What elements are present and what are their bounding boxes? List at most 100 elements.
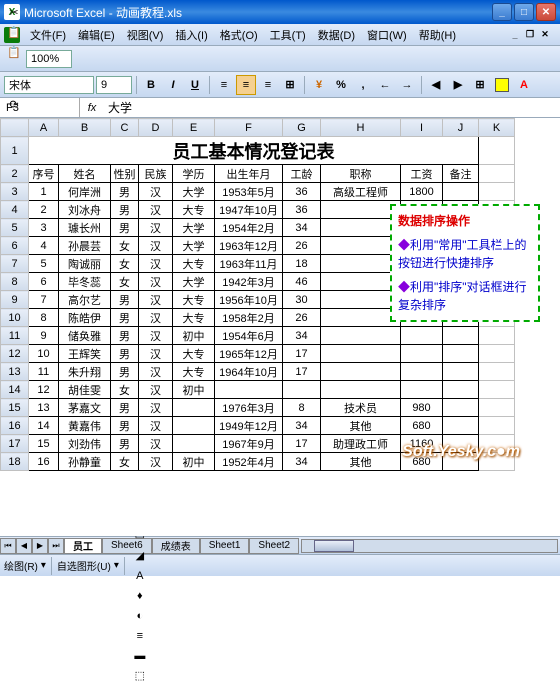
col-header[interactable]: A <box>29 119 59 137</box>
table-header-cell[interactable]: 学历 <box>173 165 215 183</box>
autoshape-menu[interactable]: 自选图形(U) <box>57 558 111 573</box>
data-cell[interactable]: 8 <box>29 309 59 327</box>
row-header[interactable]: 2 <box>1 165 29 183</box>
table-header-cell[interactable]: 姓名 <box>59 165 111 183</box>
data-cell[interactable]: 大学 <box>173 219 215 237</box>
data-cell[interactable] <box>321 273 401 291</box>
data-cell[interactable]: 女 <box>111 273 139 291</box>
data-cell[interactable]: 黄嘉伟 <box>59 417 111 435</box>
data-cell[interactable]: 高尔艺 <box>59 291 111 309</box>
tab-nav-button[interactable]: ◀ <box>16 538 32 554</box>
table-header-cell[interactable]: 备注 <box>443 165 479 183</box>
data-cell[interactable]: 女 <box>111 381 139 399</box>
col-header[interactable]: C <box>111 119 139 137</box>
col-header[interactable]: D <box>139 119 173 137</box>
data-cell[interactable]: 大学 <box>173 237 215 255</box>
border-button[interactable]: ⊞ <box>470 75 490 95</box>
data-cell[interactable]: 大学 <box>173 183 215 201</box>
data-cell[interactable]: 陈皓伊 <box>59 309 111 327</box>
menu-item[interactable]: 插入(I) <box>169 28 213 44</box>
data-cell[interactable]: 18 <box>283 255 321 273</box>
col-header[interactable]: F <box>215 119 283 137</box>
data-cell[interactable]: 女 <box>111 237 139 255</box>
data-cell[interactable]: 男 <box>111 219 139 237</box>
col-header[interactable]: I <box>401 119 443 137</box>
draw-tool-button[interactable]: ♦ <box>130 586 150 606</box>
comma-button[interactable]: , <box>353 75 373 95</box>
data-cell[interactable]: 大学 <box>173 273 215 291</box>
sheet-tab[interactable]: 成绩表 <box>152 538 200 554</box>
italic-button[interactable]: I <box>163 75 183 95</box>
data-cell[interactable]: 9 <box>29 327 59 345</box>
data-cell[interactable]: 男 <box>111 201 139 219</box>
data-cell[interactable]: 男 <box>111 309 139 327</box>
minimize-button[interactable]: _ <box>492 3 512 21</box>
data-cell[interactable]: 36 <box>283 183 321 201</box>
data-cell[interactable] <box>321 201 401 219</box>
data-cell[interactable]: 1 <box>29 183 59 201</box>
data-cell[interactable]: 16 <box>29 453 59 471</box>
data-cell[interactable] <box>443 363 479 381</box>
data-cell[interactable]: 孙静童 <box>59 453 111 471</box>
data-cell[interactable]: 胡佳雯 <box>59 381 111 399</box>
data-cell[interactable]: 大专 <box>173 345 215 363</box>
data-cell[interactable]: 1956年10月 <box>215 291 283 309</box>
zoom-combo[interactable]: 100% <box>26 50 72 68</box>
data-cell[interactable]: 1949年12月 <box>215 417 283 435</box>
data-cell[interactable]: 初中 <box>173 327 215 345</box>
row-header[interactable]: 5 <box>1 219 29 237</box>
data-cell[interactable]: 1952年4月 <box>215 453 283 471</box>
data-cell[interactable]: 汉 <box>139 255 173 273</box>
data-cell[interactable]: 男 <box>111 417 139 435</box>
draw-tool-button[interactable]: ⬚ <box>130 666 150 686</box>
data-cell[interactable]: 2 <box>29 201 59 219</box>
data-cell[interactable]: 茅嘉文 <box>59 399 111 417</box>
indent-right-button[interactable]: ▶ <box>448 75 468 95</box>
menu-item[interactable]: 工具(T) <box>264 28 312 44</box>
dec-increase-button[interactable]: ← <box>375 75 395 95</box>
table-header-cell[interactable]: 序号 <box>29 165 59 183</box>
row-header[interactable]: 14 <box>1 381 29 399</box>
currency-button[interactable]: ¥ <box>309 75 329 95</box>
data-cell[interactable]: 高级工程师 <box>321 183 401 201</box>
data-cell[interactable]: 26 <box>283 237 321 255</box>
font-combo[interactable]: 宋体 <box>4 76 94 94</box>
data-cell[interactable]: 36 <box>283 201 321 219</box>
data-cell[interactable]: 1965年12月 <box>215 345 283 363</box>
data-cell[interactable]: 储奂雅 <box>59 327 111 345</box>
scroll-thumb[interactable] <box>314 540 354 552</box>
data-cell[interactable]: 17 <box>283 345 321 363</box>
align-left-button[interactable]: ≡ <box>214 75 234 95</box>
data-cell[interactable] <box>173 399 215 417</box>
data-cell[interactable]: 汉 <box>139 273 173 291</box>
col-header[interactable]: K <box>479 119 515 137</box>
data-cell[interactable]: 汉 <box>139 219 173 237</box>
doc-close-button[interactable]: ✕ <box>538 28 552 42</box>
data-cell[interactable]: 980 <box>401 399 443 417</box>
data-cell[interactable]: 14 <box>29 417 59 435</box>
data-cell[interactable]: 1947年10月 <box>215 201 283 219</box>
dec-decrease-button[interactable]: → <box>397 75 417 95</box>
col-header[interactable]: E <box>173 119 215 137</box>
data-cell[interactable] <box>321 309 401 327</box>
merge-button[interactable]: ⊞ <box>280 75 300 95</box>
data-cell[interactable]: 46 <box>283 273 321 291</box>
data-cell[interactable]: 男 <box>111 291 139 309</box>
row-header[interactable]: 6 <box>1 237 29 255</box>
draw-menu[interactable]: 绘图(R) <box>4 558 38 573</box>
menu-item[interactable]: 视图(V) <box>121 28 170 44</box>
row-header[interactable]: 4 <box>1 201 29 219</box>
data-cell[interactable]: 8 <box>283 399 321 417</box>
data-cell[interactable]: 1942年3月 <box>215 273 283 291</box>
indent-left-button[interactable]: ◀ <box>426 75 446 95</box>
data-cell[interactable]: 汉 <box>139 453 173 471</box>
maximize-button[interactable]: □ <box>514 3 534 21</box>
data-cell[interactable]: 1954年2月 <box>215 219 283 237</box>
data-cell[interactable] <box>443 183 479 201</box>
percent-button[interactable]: % <box>331 75 351 95</box>
data-cell[interactable]: 大专 <box>173 255 215 273</box>
data-cell[interactable]: 1954年6月 <box>215 327 283 345</box>
row-header[interactable]: 13 <box>1 363 29 381</box>
col-header[interactable]: H <box>321 119 401 137</box>
data-cell[interactable]: 汉 <box>139 345 173 363</box>
